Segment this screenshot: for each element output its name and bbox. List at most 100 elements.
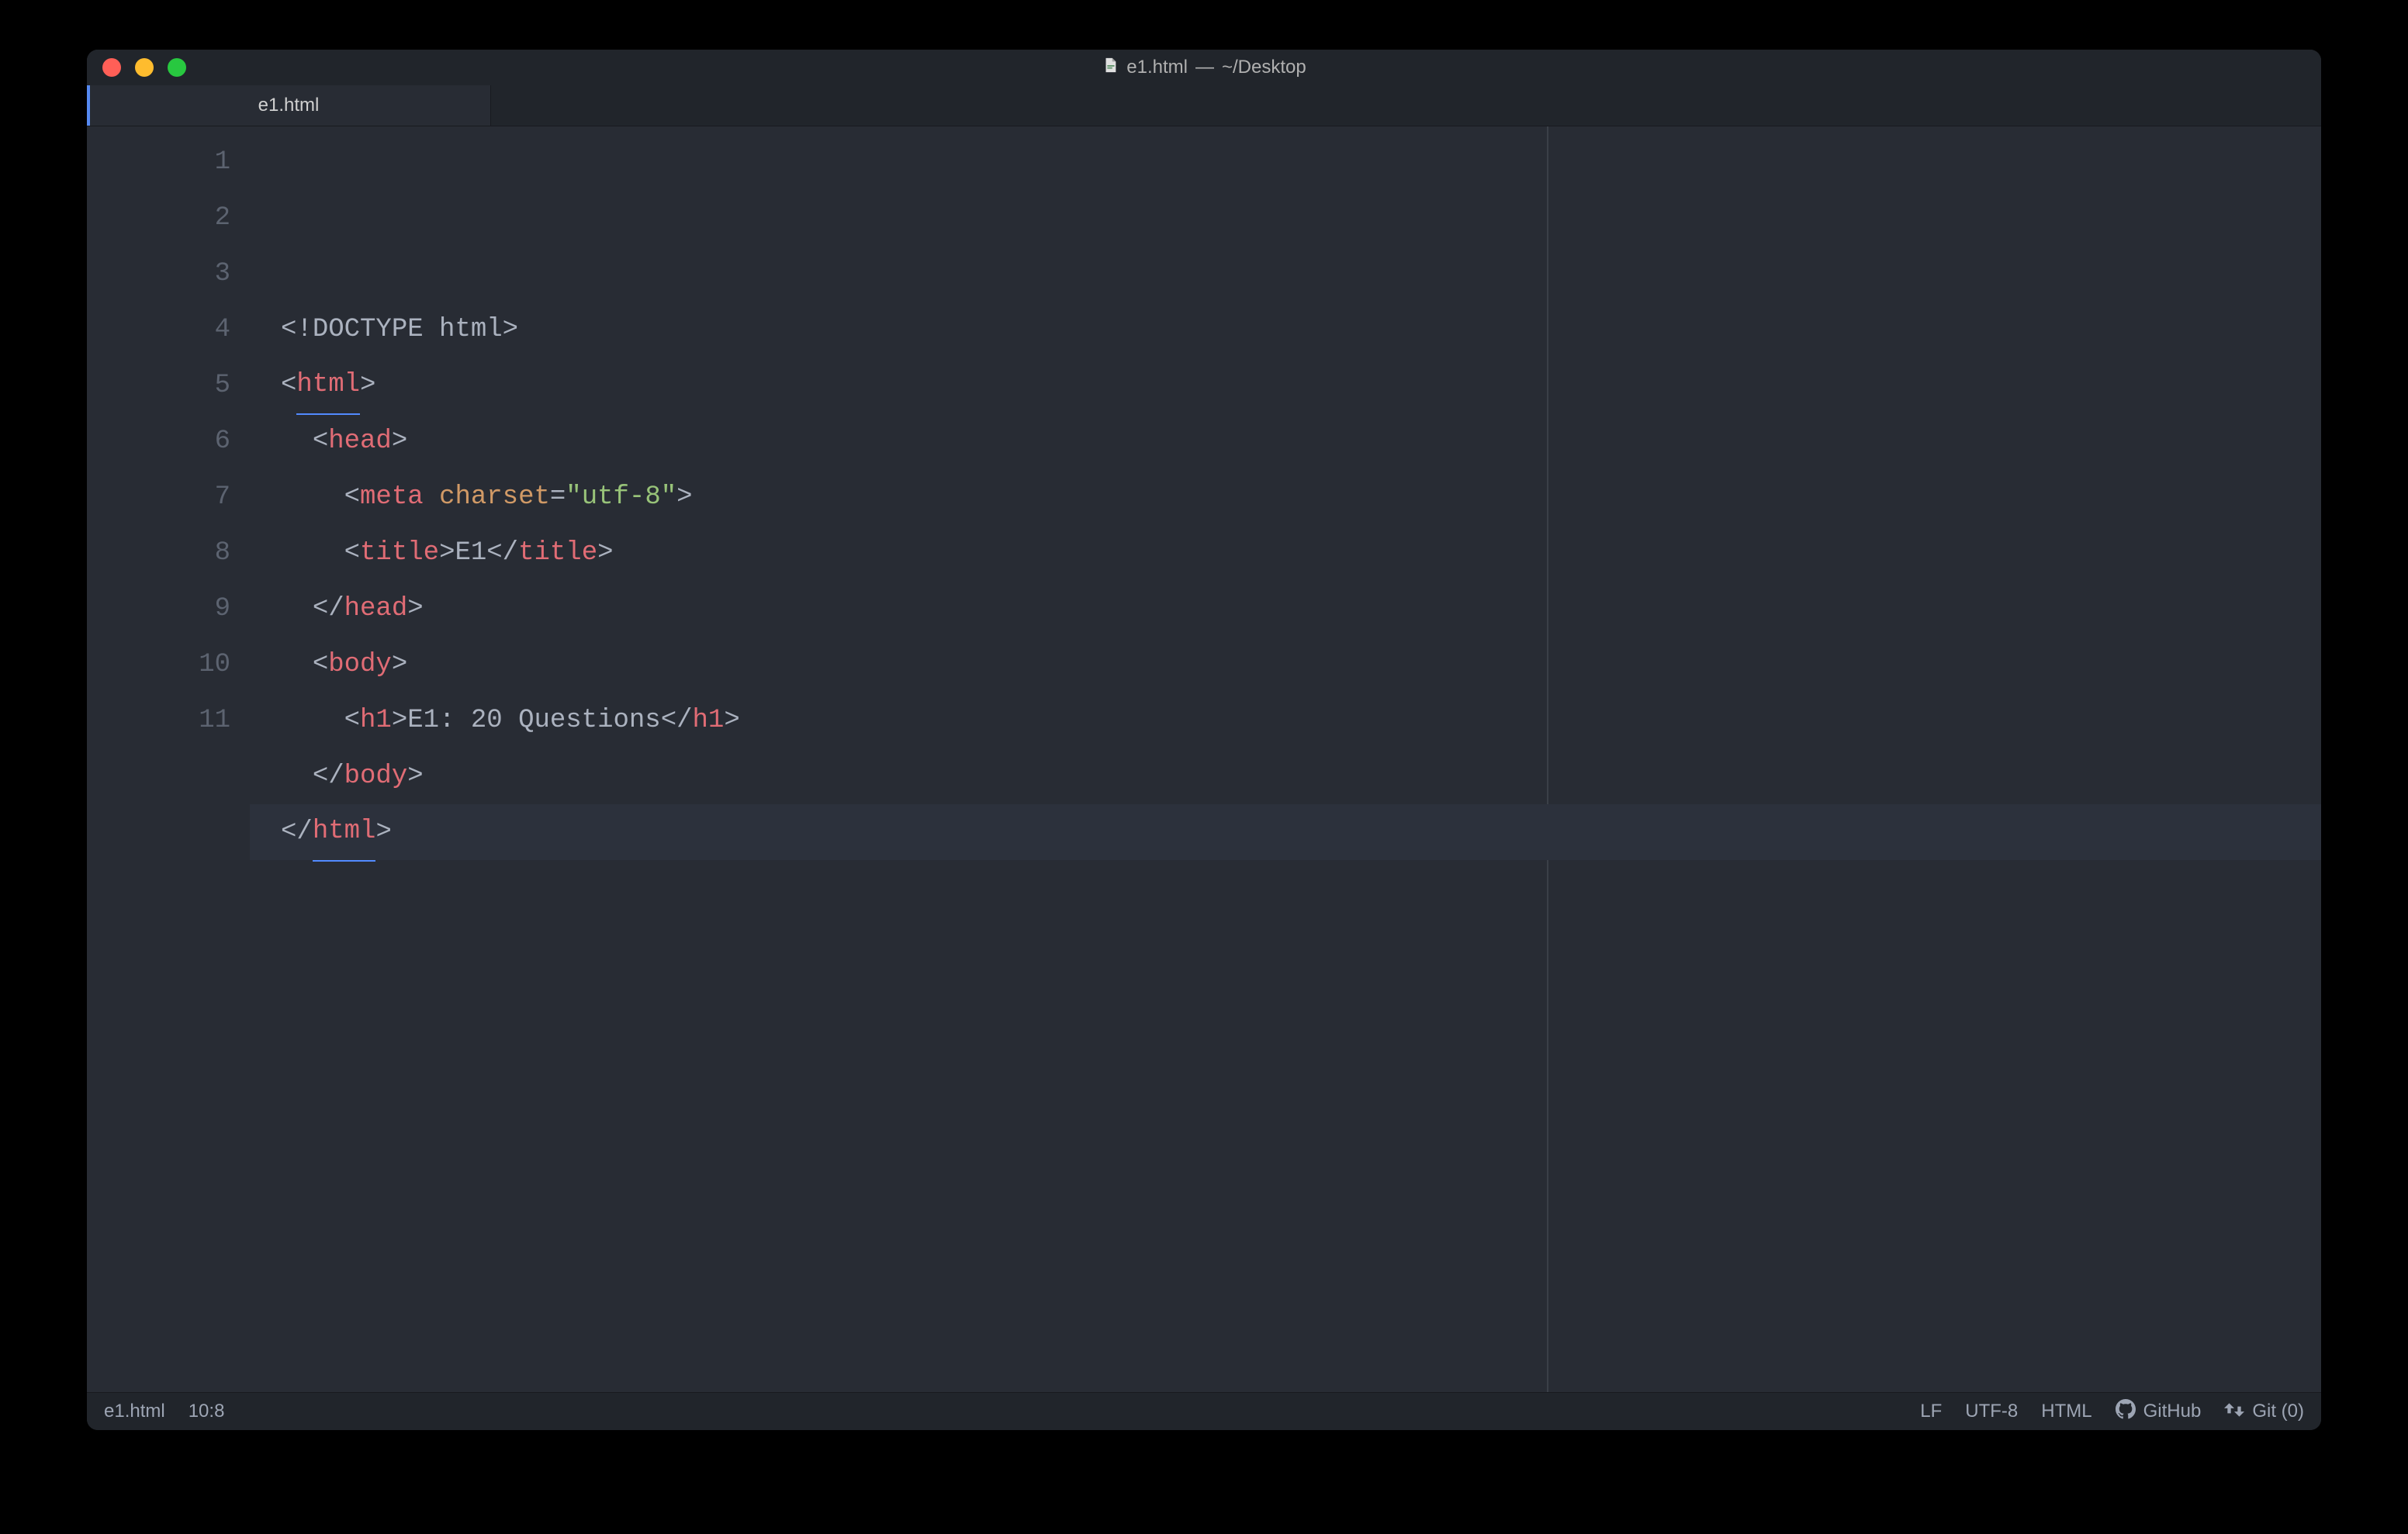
line-number[interactable]: 2	[87, 190, 250, 246]
code-line[interactable]: <head>	[250, 413, 2321, 469]
indent	[281, 413, 313, 469]
status-left: e1.html 10:8	[104, 1401, 224, 1422]
token-punct: >	[439, 525, 455, 581]
token-punct: >	[392, 637, 407, 693]
code-line[interactable]	[250, 860, 2321, 916]
token-tag: head	[328, 413, 392, 469]
minimize-button[interactable]	[135, 58, 154, 77]
indent	[281, 693, 344, 748]
window-title: e1.html — ~/Desktop	[1102, 57, 1306, 79]
tab-bar: e1.html	[87, 85, 2321, 126]
tab-e1html[interactable]: e1.html	[87, 85, 491, 126]
token-punct: </	[281, 804, 313, 860]
code-line[interactable]: <meta charset="utf-8">	[250, 469, 2321, 525]
code-line[interactable]: <!DOCTYPE html>	[250, 302, 2321, 358]
status-git-label: Git (0)	[2252, 1401, 2304, 1422]
code-line[interactable]: </head>	[250, 581, 2321, 637]
line-number[interactable]: 4	[87, 302, 250, 358]
editor-window: e1.html — ~/Desktop e1.html 123456789101…	[87, 50, 2321, 1430]
code-line[interactable]: <html>	[250, 358, 2321, 413]
status-right: LF UTF-8 HTML GitHub	[1920, 1399, 2304, 1425]
indent	[281, 748, 313, 804]
status-language-label: HTML	[2041, 1401, 2091, 1422]
token-punct: >	[375, 804, 391, 860]
status-encoding[interactable]: UTF-8	[1965, 1401, 2018, 1422]
code-line[interactable]: <title>E1</title>	[250, 525, 2321, 581]
line-number[interactable]: 8	[87, 525, 250, 581]
title-path: ~/Desktop	[1222, 57, 1306, 78]
token-punct: </	[661, 693, 693, 748]
line-number[interactable]: 1	[87, 134, 250, 190]
editor-area[interactable]: 1234567891011 <!DOCTYPE html><html> <hea…	[87, 126, 2321, 1392]
line-number[interactable]: 9	[87, 581, 250, 637]
title-separator: —	[1195, 57, 1214, 78]
token-punct: <	[313, 637, 328, 693]
token-tag: title	[518, 525, 597, 581]
git-sync-icon	[2224, 1401, 2244, 1422]
token-tag: h1	[360, 693, 392, 748]
status-line-ending-label: LF	[1920, 1401, 1942, 1422]
token-tag: h1	[693, 693, 725, 748]
token-punct: </	[313, 581, 344, 637]
tab-label: e1.html	[258, 95, 320, 116]
line-number[interactable]: 5	[87, 358, 250, 413]
status-line-ending[interactable]: LF	[1920, 1401, 1942, 1422]
code-line[interactable]: </body>	[250, 748, 2321, 804]
close-button[interactable]	[102, 58, 121, 77]
token-punct: <!	[281, 302, 313, 358]
traffic-lights	[102, 58, 186, 77]
status-bar: e1.html 10:8 LF UTF-8 HTML	[87, 1392, 2321, 1430]
indent	[281, 469, 344, 525]
token-tag: body	[344, 748, 408, 804]
titlebar[interactable]: e1.html — ~/Desktop	[87, 50, 2321, 85]
token-punct: >	[360, 358, 375, 413]
token-punct: <	[344, 525, 360, 581]
status-file[interactable]: e1.html	[104, 1401, 165, 1422]
token-text	[424, 469, 439, 525]
token-punct: =	[550, 469, 566, 525]
token-punct: <	[281, 358, 296, 413]
token-punct: <	[344, 693, 360, 748]
token-punct: >	[407, 748, 423, 804]
status-cursor-position[interactable]: 10:8	[189, 1401, 225, 1422]
code-line[interactable]: </html>	[250, 804, 2321, 860]
token-punct: </	[486, 525, 518, 581]
line-number[interactable]: 11	[87, 693, 250, 748]
token-punct: >	[392, 693, 407, 748]
indent	[281, 581, 313, 637]
status-github-label: GitHub	[2143, 1401, 2202, 1422]
token-tag: meta	[360, 469, 424, 525]
status-github[interactable]: GitHub	[2116, 1399, 2202, 1425]
status-cursor-label: 10:8	[189, 1401, 225, 1422]
token-tag: body	[328, 637, 392, 693]
status-encoding-label: UTF-8	[1965, 1401, 2018, 1422]
line-number[interactable]: 3	[87, 246, 250, 302]
token-punct: <	[313, 413, 328, 469]
token-str: "utf-8"	[566, 469, 676, 525]
tab-active-indicator	[87, 85, 90, 126]
token-punct: >	[676, 469, 692, 525]
code-area[interactable]: <!DOCTYPE html><html> <head> <meta chars…	[250, 126, 2321, 1392]
line-number[interactable]: 6	[87, 413, 250, 469]
line-number[interactable]: 7	[87, 469, 250, 525]
file-icon	[1102, 57, 1119, 79]
token-tag: html	[296, 357, 360, 415]
token-punct: </	[313, 748, 344, 804]
indent	[281, 637, 313, 693]
zoom-button[interactable]	[168, 58, 186, 77]
line-number[interactable]: 10	[87, 637, 250, 693]
status-git[interactable]: Git (0)	[2224, 1401, 2304, 1422]
token-punct: <	[344, 469, 360, 525]
token-attr: charset	[439, 469, 550, 525]
title-filename: e1.html	[1126, 57, 1188, 78]
code-line[interactable]: <h1>E1: 20 Questions</h1>	[250, 693, 2321, 748]
token-tag: head	[344, 581, 408, 637]
line-number-gutter[interactable]: 1234567891011	[87, 126, 250, 1392]
indent	[281, 525, 344, 581]
token-punct: >	[407, 581, 423, 637]
token-text: E1	[455, 525, 486, 581]
stage: e1.html — ~/Desktop e1.html 123456789101…	[0, 0, 2408, 1534]
token-text: E1: 20 Questions	[407, 693, 660, 748]
code-line[interactable]: <body>	[250, 637, 2321, 693]
status-language[interactable]: HTML	[2041, 1401, 2091, 1422]
